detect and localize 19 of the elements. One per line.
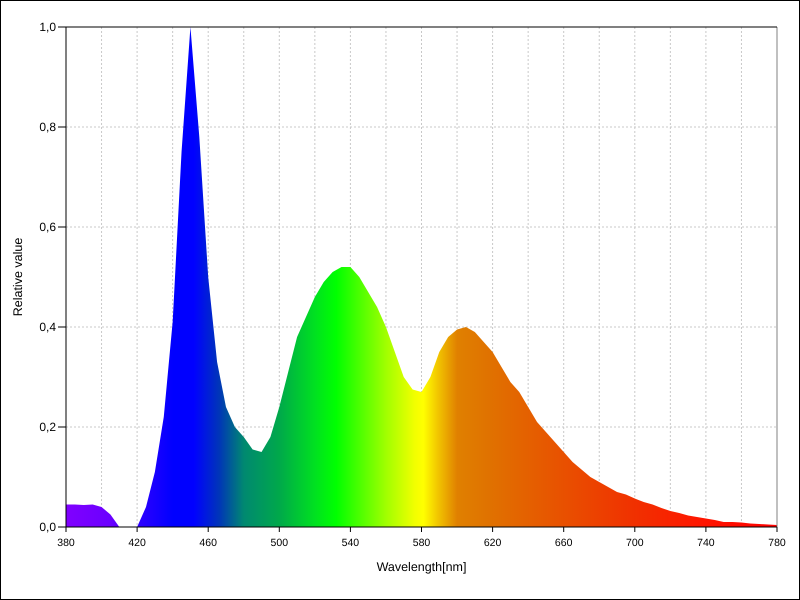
y-axis-title: Relative value (11, 238, 25, 316)
x-tick-label: 580 (412, 537, 430, 549)
x-tick-label: 420 (128, 537, 146, 549)
y-tick-label: 0,8 (39, 120, 56, 134)
y-tick-label: 0,6 (39, 220, 56, 234)
y-tick-label: 1,0 (39, 20, 56, 34)
y-tick-label: 0,2 (39, 420, 56, 434)
x-axis-title: Wavelength[nm] (376, 560, 466, 574)
x-tick-label: 540 (342, 537, 360, 549)
x-tick-label: 500 (270, 537, 288, 549)
x-tick-label: 740 (697, 537, 715, 549)
y-tick-label: 0,4 (39, 320, 56, 334)
x-tick-label: 660 (554, 537, 572, 549)
x-tick-label: 700 (626, 537, 644, 549)
x-tick-label: 620 (484, 537, 502, 549)
x-tick-label: 460 (199, 537, 217, 549)
x-tick-label: 380 (57, 537, 75, 549)
x-tick-label: 780 (768, 537, 786, 549)
y-tick-label: 0,0 (39, 520, 56, 534)
